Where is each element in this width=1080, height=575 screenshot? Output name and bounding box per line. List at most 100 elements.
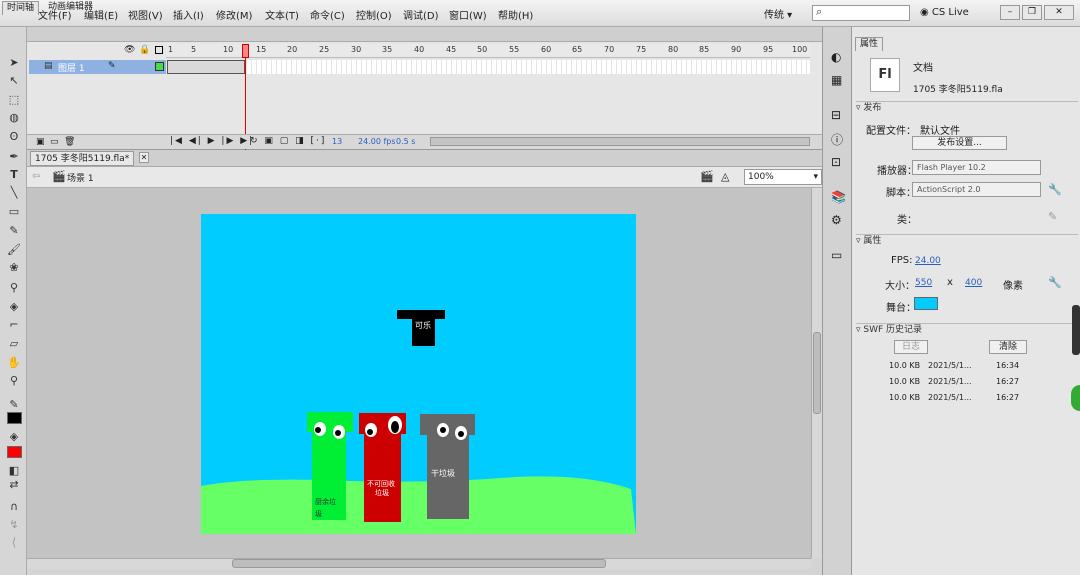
align-icon[interactable]: ⊟ bbox=[831, 108, 841, 122]
zoom-tool-icon[interactable]: ⚲ bbox=[7, 374, 21, 388]
pen-tool-icon[interactable]: ✒ bbox=[7, 150, 21, 164]
clear-button[interactable]: 清除 bbox=[989, 340, 1027, 354]
menu-insert[interactable]: 插入(I) bbox=[173, 7, 204, 22]
edit-class-pencil-icon[interactable]: ✎ bbox=[1048, 210, 1057, 223]
frame-ruler[interactable]: 1 5 10 15 20 25 30 35 40 45 50 55 60 65 … bbox=[166, 44, 810, 58]
rectangle-tool-icon[interactable]: ▭ bbox=[7, 205, 21, 219]
components-icon[interactable]: ⚙ bbox=[831, 213, 842, 227]
onion-skin-icons[interactable]: ↻ ▣ ▢ ◨ [·] bbox=[250, 136, 326, 146]
log-button[interactable]: 日志 bbox=[894, 340, 928, 354]
workspace-preset-dropdown[interactable]: 传统 ▾ bbox=[764, 6, 792, 21]
menu-help[interactable]: 帮助(H) bbox=[498, 7, 533, 22]
document-settings-wrench-icon[interactable]: 🔧 bbox=[1048, 276, 1062, 289]
cs-live-button[interactable]: ◉ CS Live bbox=[920, 7, 969, 18]
section-swf-history[interactable]: ▿ SWF 历史记录 bbox=[856, 323, 1078, 336]
publish-settings-button[interactable]: 发布设置... bbox=[912, 136, 1007, 150]
show-hide-eye-icon[interactable]: 👁 bbox=[124, 45, 135, 55]
menu-text[interactable]: 文本(T) bbox=[265, 7, 299, 22]
lasso-icon[interactable]: ʘ bbox=[7, 130, 21, 144]
3d-rotation-icon[interactable]: ◍ bbox=[7, 111, 21, 125]
bone-tool-icon[interactable]: ⚲ bbox=[7, 281, 21, 295]
paint-bucket-icon[interactable]: ◈ bbox=[7, 300, 21, 314]
menu-modify[interactable]: 修改(M) bbox=[216, 7, 252, 22]
edit-symbols-icon[interactable]: ◬ bbox=[721, 170, 729, 183]
subselection-tool-icon[interactable]: ↖ bbox=[7, 74, 21, 88]
tab-properties[interactable]: 属性 bbox=[855, 37, 884, 51]
tab-timeline[interactable]: 时间轴 bbox=[2, 1, 40, 15]
wrench-icon[interactable]: 🔧 bbox=[1048, 183, 1062, 196]
close-button[interactable]: ✕ bbox=[1044, 5, 1074, 20]
restore-button[interactable]: ❐ bbox=[1022, 5, 1042, 20]
outline-icon[interactable] bbox=[155, 46, 163, 54]
deco-tool-icon[interactable]: ❀ bbox=[7, 261, 21, 275]
floating-widget[interactable] bbox=[1071, 385, 1080, 411]
height-value[interactable]: 400 bbox=[965, 278, 982, 288]
vertical-scroll-thumb[interactable] bbox=[813, 332, 821, 414]
hand-tool-icon[interactable]: ✋ bbox=[7, 356, 21, 370]
playhead[interactable] bbox=[242, 44, 249, 58]
info-icon[interactable]: ⓘ bbox=[831, 131, 843, 148]
snap-magnet-icon[interactable]: ∩ bbox=[7, 500, 21, 514]
eraser-icon[interactable]: ▱ bbox=[7, 337, 21, 351]
tab-motion-editor[interactable]: 动画编辑器 bbox=[44, 1, 97, 15]
script-select[interactable]: ActionScript 2.0 bbox=[912, 182, 1041, 197]
color-panel-icon[interactable]: ◐ bbox=[831, 50, 841, 64]
ruler-tick: 10 bbox=[223, 45, 234, 54]
close-tab-icon[interactable]: ✕ bbox=[139, 152, 149, 163]
transform-icon[interactable]: ⊡ bbox=[831, 155, 841, 169]
lock-icon[interactable]: 🔒 bbox=[139, 45, 150, 55]
section-properties[interactable]: ▿ 属性 bbox=[856, 234, 1078, 247]
ruler-tick: 55 bbox=[509, 45, 520, 54]
new-layer-icon[interactable]: ▣ bbox=[36, 137, 45, 147]
zoom-select[interactable]: 100% ▾ bbox=[744, 169, 822, 185]
layer-outline-color[interactable] bbox=[155, 62, 164, 71]
eyedropper-icon[interactable]: ⌐ bbox=[7, 318, 21, 332]
frame-rate[interactable]: 24.00 fps bbox=[358, 137, 396, 146]
ruler-tick: 20 bbox=[287, 45, 298, 54]
minimize-button[interactable]: – bbox=[1000, 5, 1020, 20]
edit-scene-icon[interactable]: 🎬 bbox=[700, 170, 714, 183]
ruler-tick: 80 bbox=[668, 45, 679, 54]
menu-view[interactable]: 视图(V) bbox=[128, 7, 163, 22]
selection-tool-icon[interactable]: ➤ bbox=[7, 56, 21, 70]
timeline-scrollbar[interactable] bbox=[430, 137, 810, 146]
document-type: 文档 bbox=[913, 63, 933, 74]
section-publish[interactable]: ▿ 发布 bbox=[856, 101, 1078, 114]
menu-control[interactable]: 控制(O) bbox=[356, 7, 392, 22]
panel-scroll-handle[interactable] bbox=[1072, 305, 1080, 355]
straighten-icon[interactable]: ⟨ bbox=[7, 536, 21, 550]
menu-commands[interactable]: 命令(C) bbox=[310, 7, 345, 22]
width-value[interactable]: 550 bbox=[915, 278, 932, 288]
stroke-color-swatch[interactable] bbox=[7, 412, 22, 424]
free-transform-icon[interactable]: ⬚ bbox=[7, 93, 21, 107]
fps-label: FPS: bbox=[891, 255, 913, 266]
smooth-icon[interactable]: ↯ bbox=[7, 518, 21, 532]
search-input[interactable] bbox=[812, 5, 910, 21]
library-icon[interactable]: 📚 bbox=[831, 190, 846, 204]
new-folder-icon[interactable]: ▭ bbox=[50, 137, 59, 147]
text-tool-icon[interactable]: T bbox=[7, 168, 21, 182]
grass-ground bbox=[201, 476, 636, 534]
delete-layer-icon[interactable]: 🗑 bbox=[64, 137, 75, 147]
default-colors-icon[interactable]: ◧ bbox=[7, 464, 21, 478]
frame-grid[interactable] bbox=[167, 60, 810, 74]
document-tab[interactable]: 1705 李冬阳5119.fla* bbox=[30, 151, 135, 166]
pencil-icon[interactable]: ✎ bbox=[7, 224, 21, 238]
stage[interactable]: 可乐 厨余垃 圾 不可回收 垃圾 干垃圾 bbox=[201, 214, 636, 534]
keyframe-span[interactable] bbox=[167, 60, 245, 74]
brush-icon[interactable]: 🖌 bbox=[7, 243, 21, 257]
stage-color-swatch[interactable] bbox=[914, 297, 938, 310]
fps-value[interactable]: 24.00 bbox=[915, 256, 941, 266]
playback-controls[interactable]: |◀ ◀| ▶ |▶ ▶| bbox=[170, 136, 254, 146]
layer-name[interactable]: 图层 1 bbox=[58, 61, 85, 74]
horizontal-scroll-thumb[interactable] bbox=[232, 559, 606, 568]
motion-presets-icon[interactable]: ▭ bbox=[831, 248, 842, 262]
menu-window[interactable]: 窗口(W) bbox=[449, 7, 487, 22]
back-arrow-icon[interactable]: ⇦ bbox=[32, 171, 40, 182]
swatches-icon[interactable]: ▦ bbox=[831, 73, 842, 87]
player-select[interactable]: Flash Player 10.2 bbox=[912, 160, 1041, 175]
menu-debug[interactable]: 调试(D) bbox=[403, 7, 439, 22]
swap-colors-icon[interactable]: ⇄ bbox=[7, 478, 21, 492]
line-tool-icon[interactable]: ╲ bbox=[7, 186, 21, 200]
fill-color-swatch[interactable] bbox=[7, 446, 22, 458]
